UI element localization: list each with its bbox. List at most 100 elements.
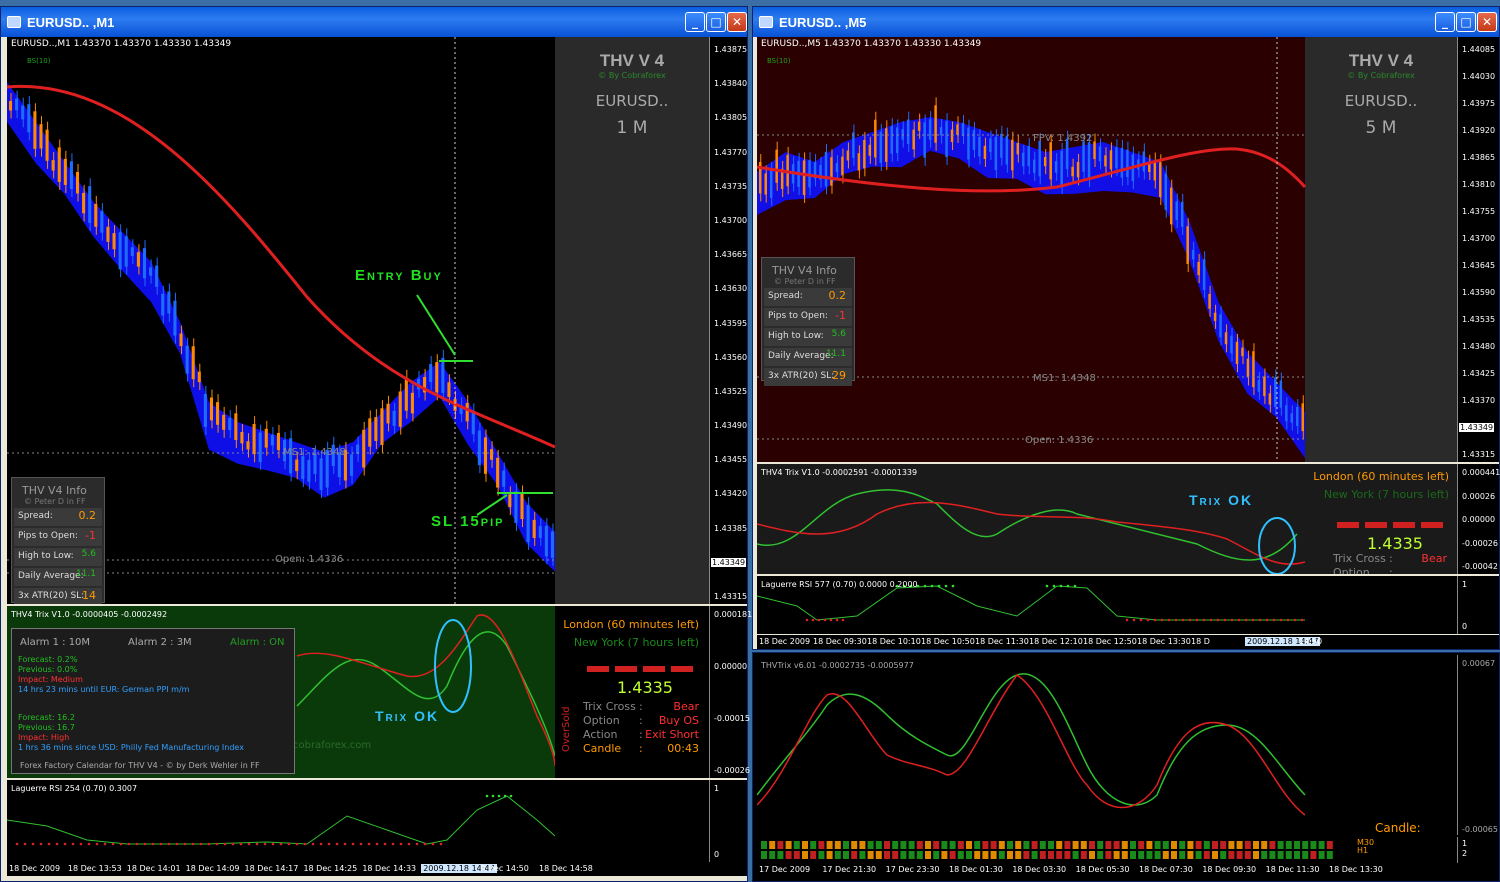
signal-cell: [884, 841, 890, 849]
trix-row-sep: :: [639, 700, 643, 713]
bear-candle: [1049, 142, 1052, 180]
laguerre-dot: [1195, 618, 1199, 622]
bear-candle: [1197, 261, 1200, 276]
info-row-label: Pips to Open:: [18, 531, 78, 541]
bear-candle: [51, 160, 55, 171]
laguerre-dot: [199, 842, 203, 846]
laguerre-dot: [1188, 618, 1192, 622]
laguerre-dot: [351, 842, 355, 846]
trix-row-value: Exit Short: [645, 728, 699, 741]
time-tick: 18 Dec 14:01: [126, 864, 181, 873]
bear-candle: [1109, 150, 1113, 170]
left-price-chart[interactable]: EURUSD..,M1 1.43370 1.43370 1.43330 1.43…: [7, 37, 709, 604]
right-titlebar[interactable]: EURUSD.. ,M5 _ □ ✕: [753, 7, 1499, 37]
left-titlebar[interactable]: EURUSD.. ,M1 _ □ ✕: [1, 7, 747, 37]
bull-candle: [928, 119, 932, 140]
laguerre-dot: [399, 842, 403, 846]
bull-candle: [429, 363, 433, 382]
laguerre-dot: [327, 842, 331, 846]
bear-candle: [1071, 166, 1074, 177]
maximize-button[interactable]: □: [1456, 12, 1476, 32]
bull-candle: [879, 131, 883, 163]
left-chart-window[interactable]: EURUSD.. ,M1 _ □ ✕ EURUSD..,M1 1.43370 1…: [0, 6, 752, 882]
trix-tick: 0.00000: [714, 662, 748, 671]
bear-candle: [1252, 351, 1255, 388]
laguerre-dot: [15, 842, 19, 846]
right-trix-panel[interactable]: THV4 Trix V1.0 -0.0002591 -0.0001339 Tri…: [757, 464, 1457, 574]
thvtrix-title: THVTrix v6.01 -0.0002735 -0.0005977: [761, 661, 914, 670]
signal-cell: [1244, 851, 1251, 859]
bull-candle: [538, 526, 542, 538]
alarm2-label: Alarm 2 : 3M: [128, 637, 192, 648]
signal-cell: [1039, 841, 1046, 849]
bear-candle: [917, 121, 921, 131]
bear-candle: [764, 173, 767, 195]
signal-cell: [974, 851, 981, 859]
time-tick: 17 Dec 21:30: [822, 865, 877, 874]
bull-candle: [945, 121, 948, 158]
trix-signal-line: [757, 673, 1306, 806]
signal-cell: [1105, 851, 1112, 859]
bear-candle: [1224, 332, 1228, 345]
laguerre-dot: [811, 618, 815, 622]
right-price-chart[interactable]: EURUSD..,M5 1.43370 1.43370 1.43330 1.43…: [757, 37, 1457, 462]
signal-cell: [1310, 841, 1317, 849]
laguerre-dot: [1066, 584, 1070, 588]
right-chart-window[interactable]: EURUSD.. ,M5 _ □ ✕ EURUSD..,M5 1.43370 1…: [752, 6, 1500, 650]
maximize-button[interactable]: □: [706, 12, 726, 32]
trix-tick: -0.00042: [1462, 562, 1498, 571]
info-row: High to Low: 5.6: [14, 548, 102, 566]
signal-cell: [761, 841, 767, 849]
bull-candle: [978, 136, 981, 157]
laguerre-dot: [55, 842, 59, 846]
signal-grid-panel: M30 H1: [757, 837, 1457, 863]
newyork-session: New York (7 hours left): [1323, 488, 1449, 501]
laguerre-dot: [143, 842, 147, 846]
signal-cell: [1261, 841, 1268, 849]
signal-cell: [998, 851, 1005, 859]
laguerre-dot: [1293, 618, 1297, 622]
signal-cell: [1326, 841, 1333, 849]
laguerre-dot: [1125, 618, 1129, 622]
close-button[interactable]: ✕: [1477, 12, 1497, 32]
bear-candle: [520, 493, 524, 520]
left-trix-panel[interactable]: THV4 Trix V1.0 -0.0000405 -0.0002492 Tri…: [7, 606, 709, 778]
signal-cell: [1277, 841, 1284, 849]
right-laguerre-panel[interactable]: Laguerre RSI 577 (0.70) 0.0000 0.2000: [757, 576, 1457, 634]
bull-candle: [972, 129, 976, 150]
bull-candle: [906, 119, 910, 144]
bear-candle: [830, 157, 833, 186]
signal-cell: [1146, 841, 1153, 849]
thvtrix-panel[interactable]: THVTrix v6.01 -0.0002735 -0.0005977 Cand…: [757, 655, 1457, 835]
close-button[interactable]: ✕: [727, 12, 747, 32]
minimize-button[interactable]: _: [685, 12, 705, 32]
chart-window-icon: [7, 16, 21, 28]
info-row-label: 3x ATR(20) SL:: [18, 591, 85, 601]
price-tick: 1.43455: [714, 455, 748, 465]
bull-candle: [142, 248, 147, 279]
right-trix-info: London (60 minutes left) New York (7 hou…: [1305, 464, 1457, 574]
bull-candle: [1098, 146, 1102, 162]
signal-cell: [1326, 851, 1333, 859]
laguerre-dot: [407, 842, 411, 846]
laguerre-dot: [279, 842, 283, 846]
laguerre-dot: [111, 842, 115, 846]
signal-cell: [1187, 841, 1194, 849]
info-row-label: Spread:: [768, 291, 803, 301]
thvtrix-window[interactable]: THVTrix v6.01 -0.0002735 -0.0005977 Cand…: [752, 652, 1500, 882]
laguerre-dot: [127, 842, 131, 846]
bear-candle: [1186, 226, 1189, 264]
trix-ok-circle: [434, 619, 472, 713]
signal-grid: [761, 841, 1333, 859]
price-tick: 1.43370: [1462, 396, 1496, 405]
minimize-button[interactable]: _: [1435, 12, 1455, 32]
signal-cell: [1310, 851, 1317, 859]
left-laguerre-panel[interactable]: Laguerre RSI 254 (0.70) 0.3007: [7, 780, 709, 862]
laguerre-dot: [311, 842, 315, 846]
trix-tick: -0.00026: [1462, 538, 1498, 548]
trix-row-key: Trix Cross: [583, 700, 636, 713]
bear-candle: [1043, 156, 1047, 167]
bull-candle: [392, 410, 396, 426]
laguerre-dot: [805, 618, 809, 622]
signal-cell: [966, 841, 972, 849]
